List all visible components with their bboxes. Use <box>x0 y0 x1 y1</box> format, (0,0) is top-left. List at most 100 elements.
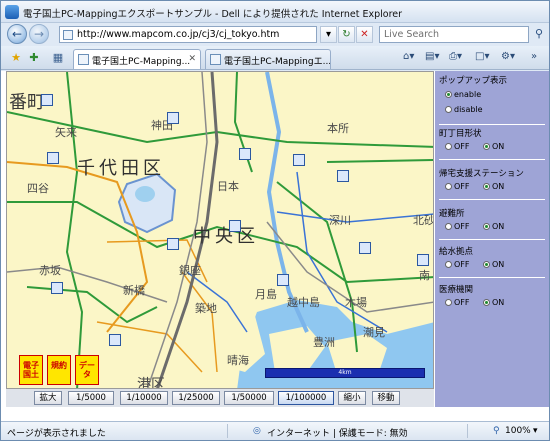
blue-road <box>276 211 433 223</box>
map-button-denshi-kokudo[interactable]: 電子国土 <box>19 355 43 385</box>
security-zone[interactable]: インターネット | 保護モード: 無効 <box>267 426 408 439</box>
map-label: 豊洲 <box>313 336 335 349</box>
zoom-level[interactable]: 100% <box>505 426 531 436</box>
option-label: OFF <box>454 182 470 191</box>
divider <box>439 159 545 160</box>
map-button-data[interactable]: データ <box>75 355 99 385</box>
zoom-out-button[interactable]: 縮小 <box>338 391 366 405</box>
scale-bar: 4km <box>265 368 425 378</box>
search-icon[interactable]: ⚲ <box>531 26 547 43</box>
tab-2[interactable]: 電子国土PC-Mappingエ... <box>205 49 331 69</box>
popup-disable-option[interactable]: disable <box>445 105 483 114</box>
facility-icon[interactable] <box>51 282 63 294</box>
facility-icon[interactable] <box>277 274 289 286</box>
layer-on-option[interactable]: ON <box>483 142 504 151</box>
map-label-ward: 千代田区 <box>77 158 165 179</box>
palace-moat <box>117 172 177 234</box>
map-button-label: データ <box>79 361 95 379</box>
scale-10000-button[interactable]: 1/10000 <box>120 391 168 405</box>
layer-on-option[interactable]: ON <box>483 182 504 191</box>
map-label: 新橋 <box>123 284 145 297</box>
divider <box>439 277 545 278</box>
stop-icon[interactable]: ✕ <box>356 26 373 43</box>
tab-close-icon[interactable]: ✕ <box>188 54 196 64</box>
page-menu-icon[interactable]: □▾ <box>475 51 489 62</box>
add-favorites-icon[interactable]: ✚ <box>27 51 41 65</box>
feeds-icon[interactable]: ▤▾ <box>425 51 439 62</box>
zoom-in-button[interactable]: 拡大 <box>34 391 62 405</box>
layer-off-option[interactable]: OFF <box>445 182 470 191</box>
option-label: OFF <box>454 260 470 269</box>
option-label: disable <box>454 105 483 114</box>
zoom-icon[interactable]: ⚲ <box>493 426 500 436</box>
map-button-label: 電子国土 <box>23 361 39 379</box>
pan-button[interactable]: 移動 <box>372 391 400 405</box>
facility-icon[interactable] <box>41 94 53 106</box>
window-title: 電子国土PC-Mappingエクスポートサンプル - Dell により提供された… <box>23 9 403 20</box>
tools-gear-icon[interactable]: ⚙▾ <box>501 51 515 62</box>
home-icon[interactable]: ⌂▾ <box>403 51 414 62</box>
divider <box>439 239 545 240</box>
address-dropdown-button[interactable]: ▾ <box>320 26 337 43</box>
layer-off-option[interactable]: OFF <box>445 298 470 307</box>
layer-on-option[interactable]: ON <box>483 260 504 269</box>
more-chevron-icon[interactable]: » <box>531 51 537 62</box>
radio-icon <box>445 183 452 190</box>
map-label: 赤坂 <box>39 264 61 277</box>
map-button-terms[interactable]: 規約 <box>47 355 71 385</box>
radio-icon <box>445 299 452 306</box>
layer-off-option[interactable]: OFF <box>445 142 470 151</box>
map-label: 番町 <box>9 92 45 113</box>
option-label: OFF <box>454 222 470 231</box>
popup-title: ポップアップ表示 <box>439 76 508 86</box>
scale-label: 4km <box>338 369 352 376</box>
facility-icon[interactable] <box>47 152 59 164</box>
layer-group-chome: 町丁目形状 OFF ON <box>439 127 545 160</box>
layer-on-option[interactable]: ON <box>483 298 504 307</box>
scale-50000-button[interactable]: 1/50000 <box>224 391 274 405</box>
forward-button[interactable]: → <box>29 24 49 44</box>
zoom-dropdown-icon[interactable]: ▾ <box>533 426 538 436</box>
tab-row: ★ ✚ ▦ 電子国土PC-Mapping... ✕ 電子国土PC-Mapping… <box>1 46 549 70</box>
option-label: ON <box>492 182 505 191</box>
facility-icon[interactable] <box>167 112 179 124</box>
radio-icon <box>483 223 490 230</box>
scale-100000-button[interactable]: 1/100000 <box>278 391 334 405</box>
facility-icon[interactable] <box>359 242 371 254</box>
print-icon[interactable]: ⎙▾ <box>449 51 462 62</box>
scale-25000-button[interactable]: 1/25000 <box>172 391 220 405</box>
map-view[interactable]: 番町 矢来 四谷 神田 千代田区 赤坂 新橋 銀座 中央区 築地 月島 越中島 … <box>6 71 434 389</box>
popup-enable-option[interactable]: enable <box>445 90 481 99</box>
tab-2-label: 電子国土PC-Mappingエ... <box>224 57 331 67</box>
refresh-icon[interactable]: ↻ <box>338 26 355 43</box>
map-label: 矢来 <box>55 126 77 139</box>
divider <box>467 424 468 438</box>
facility-icon[interactable] <box>109 334 121 346</box>
search-input[interactable]: Live Search <box>379 26 529 43</box>
scale-5000-button[interactable]: 1/5000 <box>68 391 114 405</box>
facility-icon[interactable] <box>167 238 179 250</box>
map-label: 港区 <box>137 377 165 389</box>
facility-icon[interactable] <box>417 254 429 266</box>
layer-on-option[interactable]: ON <box>483 222 504 231</box>
favorites-star-icon[interactable]: ★ <box>9 51 23 65</box>
title-bar: 電子国土PC-Mappingエクスポートサンプル - Dell により提供された… <box>1 1 549 23</box>
layer-group-shelter: 避難所 OFF ON <box>439 207 545 240</box>
divider <box>439 124 545 125</box>
layer-off-option[interactable]: OFF <box>445 222 470 231</box>
address-field[interactable]: http://www.mapcom.co.jp/cj3/cj_tokyo.htm <box>59 26 317 43</box>
facility-icon[interactable] <box>229 220 241 232</box>
tab-1[interactable]: 電子国土PC-Mapping... ✕ <box>73 49 201 69</box>
palace-pond <box>135 186 155 202</box>
layer-off-option[interactable]: OFF <box>445 260 470 269</box>
layer-title: 避難所 <box>439 209 465 219</box>
divider <box>227 424 228 438</box>
facility-icon[interactable] <box>293 154 305 166</box>
facility-icon[interactable] <box>239 148 251 160</box>
quick-tabs-icon[interactable]: ▦ <box>51 51 65 65</box>
facility-icon[interactable] <box>337 170 349 182</box>
back-button[interactable]: ← <box>7 24 27 44</box>
radio-icon <box>483 261 490 268</box>
map-label: 本所 <box>327 122 349 135</box>
page-icon <box>63 30 73 40</box>
